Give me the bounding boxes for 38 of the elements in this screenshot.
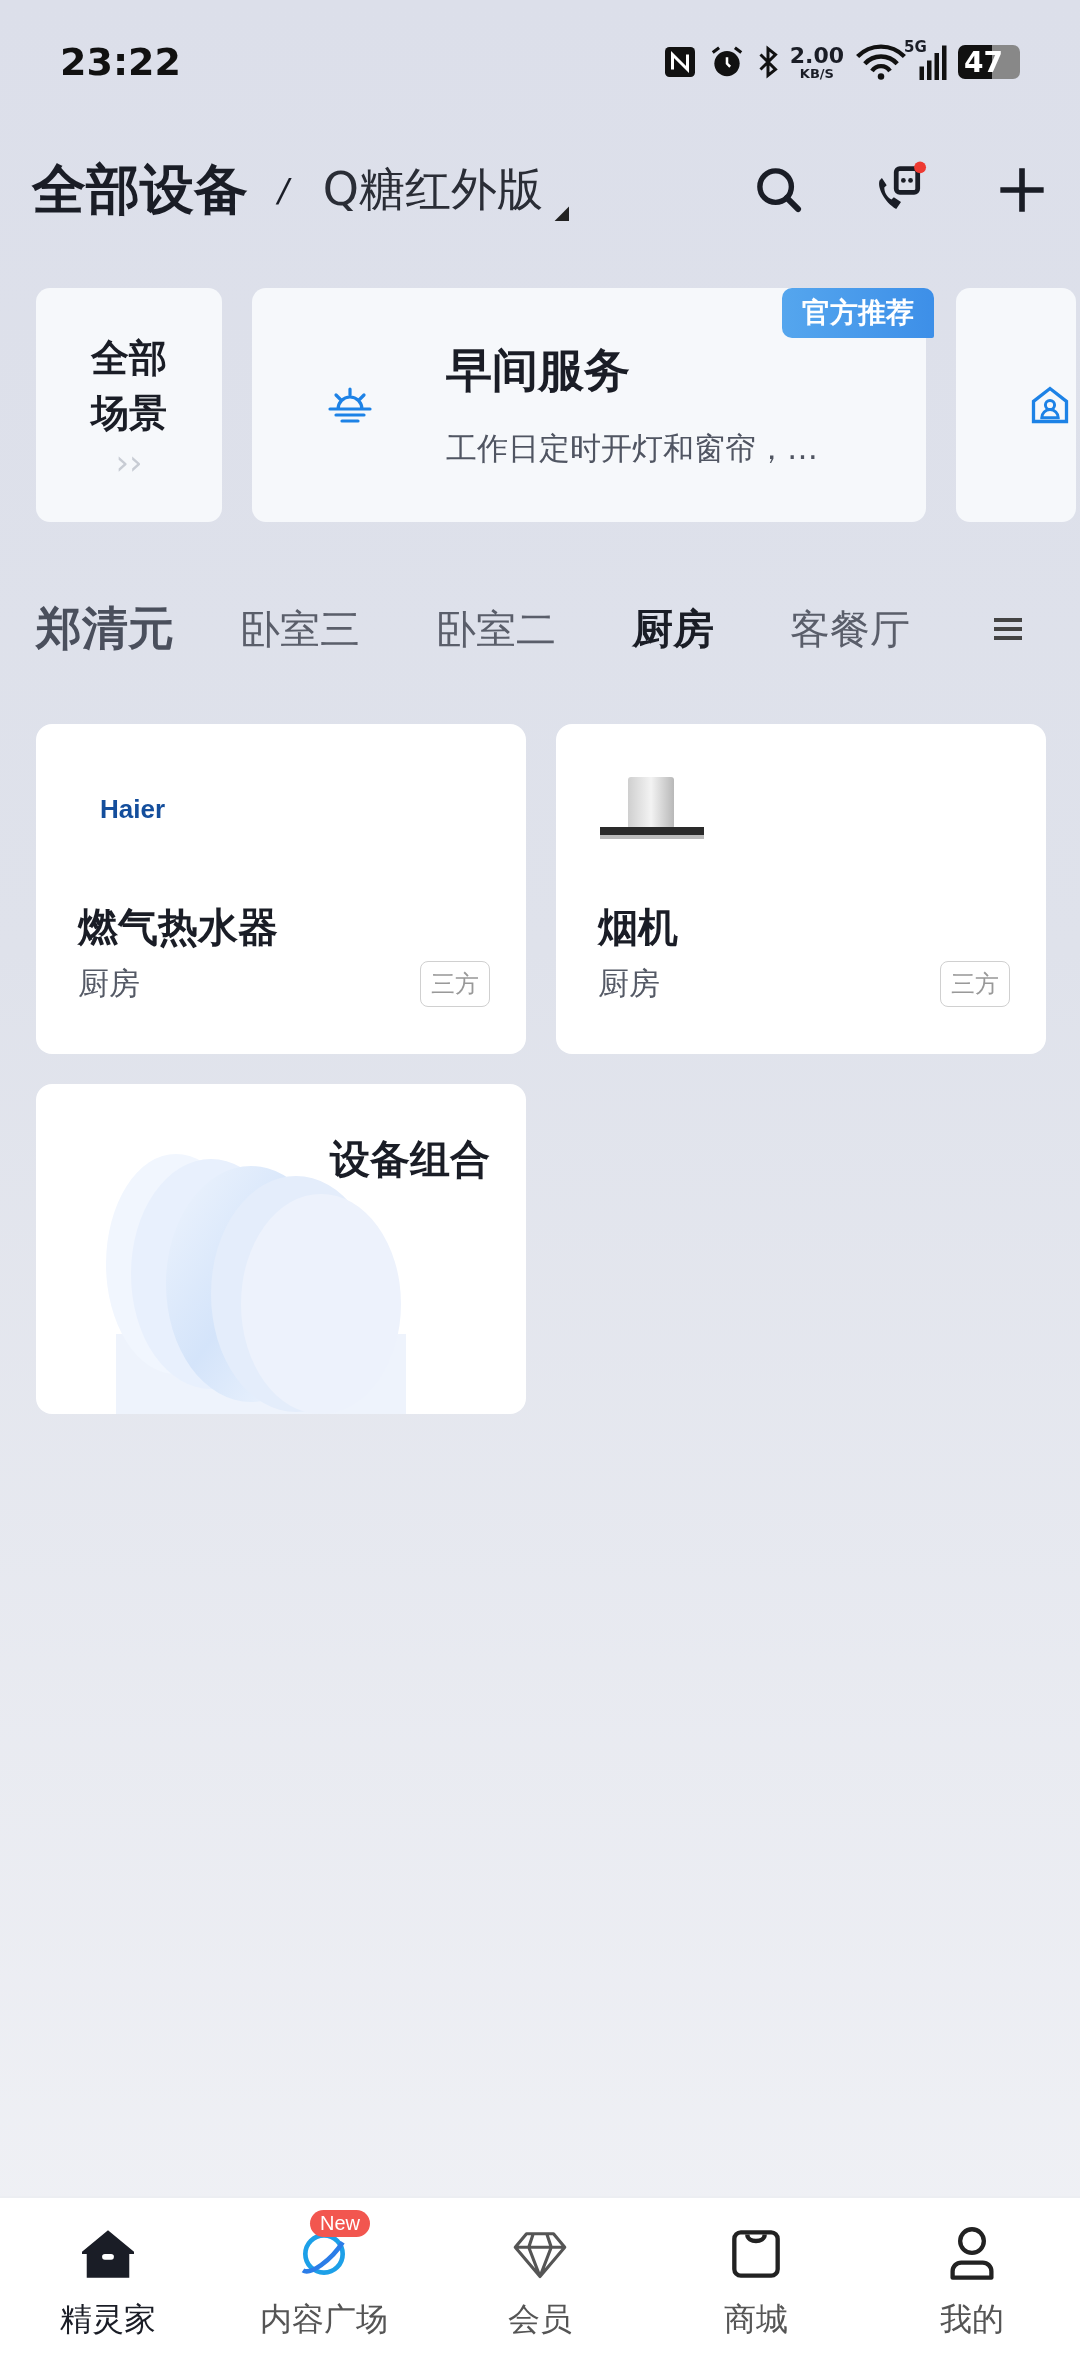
device-card[interactable]: 设备组合: [36, 1084, 526, 1414]
third-party-tag: 三方: [940, 961, 1010, 1007]
home-selector[interactable]: Q糖红外版: [322, 159, 569, 221]
third-party-tag: 三方: [420, 961, 490, 1007]
home-name[interactable]: 郑清元: [36, 598, 174, 660]
shopping-bag-icon: [730, 2228, 782, 2280]
nav-item[interactable]: 会员: [432, 2198, 648, 2376]
status-time: 23:22: [60, 40, 181, 84]
room-tab[interactable]: 卧室二: [436, 601, 556, 657]
nav-item[interactable]: 我的: [864, 2198, 1080, 2376]
brand-logo: Haier: [99, 793, 166, 825]
nav-item[interactable]: New 内容广场: [216, 2198, 432, 2376]
device-room: 厨房: [78, 964, 140, 1003]
home-icon: [79, 2228, 137, 2280]
room-tab[interactable]: 厨房: [632, 601, 714, 657]
network-type: 5G: [904, 38, 927, 56]
room-tab[interactable]: 客餐厅: [790, 601, 910, 657]
menu-icon[interactable]: [992, 616, 1024, 642]
speed-unit: KB/S: [799, 66, 834, 80]
nav-item[interactable]: 商城: [648, 2198, 864, 2376]
battery-indicator: 47: [958, 45, 1020, 79]
speed-value: 2.00: [789, 44, 844, 67]
device-card[interactable]: 烟机 厨房 三方: [556, 724, 1046, 1054]
new-badge: New: [310, 2210, 370, 2237]
scene-title: 早间服务: [446, 342, 631, 399]
page-title: 全部设备: [32, 156, 248, 223]
nav-item[interactable]: 精灵家: [0, 2198, 216, 2376]
device-room: 厨房: [598, 964, 660, 1003]
official-badge: 官方推荐: [782, 288, 934, 338]
scene-description: 工作日定时开灯和窗帘，…: [446, 429, 818, 468]
diamond-icon: [513, 2229, 567, 2279]
device-name: 设备组合: [330, 1135, 490, 1184]
sunrise-icon: [326, 385, 374, 425]
device-name: 烟机: [598, 903, 679, 952]
all-scenes-card[interactable]: 全部场景 ››: [36, 288, 222, 522]
device-card[interactable]: Haier 燃气热水器 厨房 三方: [36, 724, 526, 1054]
device-name: 燃气热水器: [78, 903, 279, 952]
room-tab[interactable]: 卧室三: [240, 601, 360, 657]
